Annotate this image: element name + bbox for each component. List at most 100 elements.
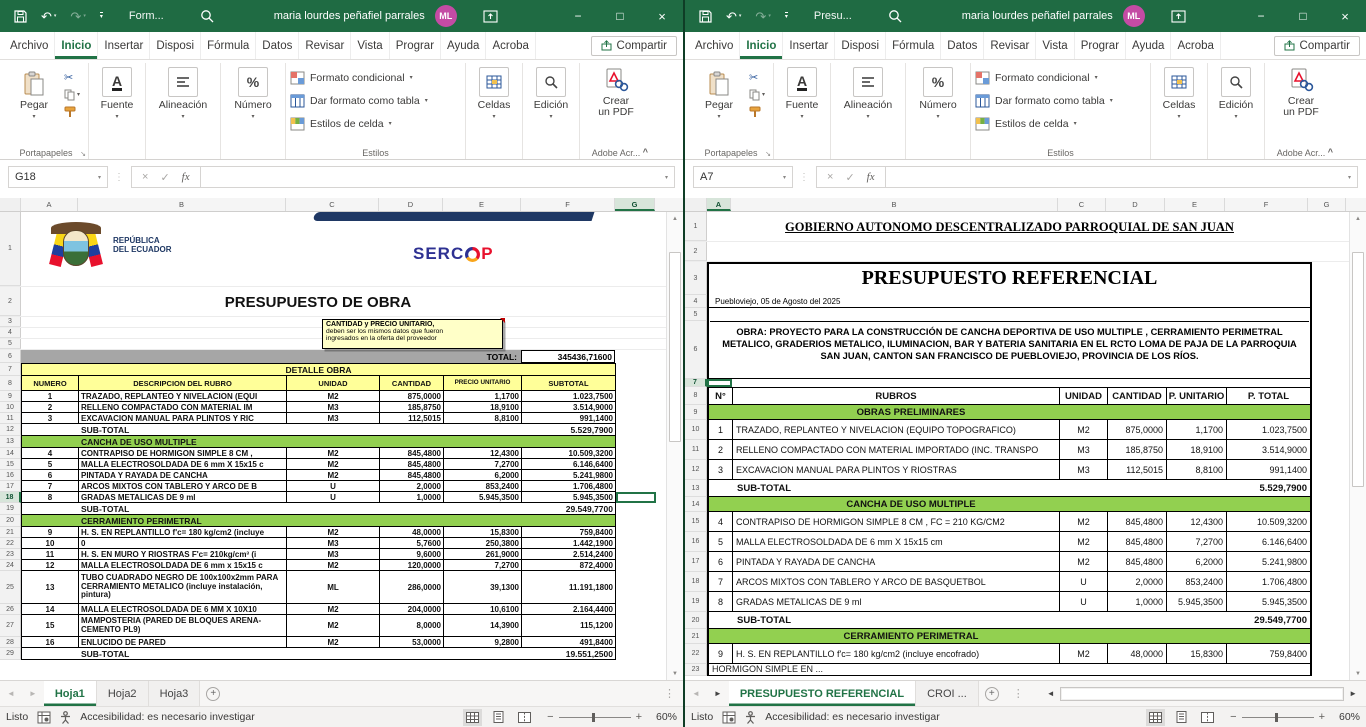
cell[interactable]: 14,3900 — [444, 615, 522, 636]
ribbon-tab-archivo[interactable]: Archivo — [689, 32, 740, 59]
user-name[interactable]: maria lourdes peñafiel parrales — [962, 10, 1113, 22]
cell[interactable]: 853,2400 — [444, 481, 522, 491]
scroll-up-icon[interactable]: ▲ — [667, 212, 683, 225]
cell[interactable] — [1060, 480, 1227, 496]
cell[interactable] — [1060, 612, 1227, 628]
cell[interactable]: 2 — [709, 440, 733, 459]
cell[interactable]: MALLA ELECTROSOLDADA DE 6 mm X 15x15 c — [79, 459, 287, 469]
cell[interactable]: 3 — [22, 413, 79, 423]
row-header[interactable]: 8 — [685, 387, 707, 405]
new-sheet-button[interactable]: + — [979, 681, 1005, 706]
cell[interactable]: MALLA ELECTROSOLDADA DE 6 mm X 15x15 cm — [733, 532, 1060, 551]
cell[interactable]: 12 — [22, 560, 79, 570]
zoom-in-button[interactable]: + — [636, 711, 642, 723]
cell[interactable]: M3 — [287, 549, 380, 559]
accessibility-status[interactable]: Accesibilidad: es necesario investigar — [765, 711, 940, 723]
cell[interactable]: 1 — [22, 391, 79, 401]
row-header[interactable]: 20 — [685, 612, 707, 629]
vertical-scrollbar[interactable]: ▲ ▼ — [1349, 212, 1366, 680]
cell[interactable]: 18,9100 — [444, 402, 522, 412]
ribbon-display-options-icon[interactable] — [483, 10, 498, 23]
cell[interactable]: 6,2000 — [444, 470, 522, 480]
cell[interactable]: 991,1400 — [522, 413, 616, 423]
search-icon[interactable] — [888, 9, 902, 23]
scroll-right-icon[interactable]: ► — [1344, 689, 1362, 698]
select-all-corner[interactable] — [0, 198, 21, 211]
customize-toolbar-icon[interactable]: ▾ — [785, 12, 788, 20]
cell[interactable]: 1.023,7500 — [1227, 420, 1310, 439]
column-header-E[interactable]: E — [443, 198, 521, 211]
cell[interactable]: 115,1200 — [522, 615, 616, 636]
cell[interactable]: DESCRIPCION DEL RUBRO — [79, 376, 287, 390]
cell[interactable]: CANTIDAD — [380, 376, 444, 390]
cell[interactable]: CANTIDAD — [1108, 388, 1167, 404]
cell[interactable] — [287, 424, 522, 435]
next-sheet-icon[interactable]: ► — [707, 681, 729, 706]
row-header[interactable]: 18 — [685, 572, 707, 592]
cell[interactable]: 8,8100 — [1167, 460, 1227, 479]
cell[interactable]: 29.549,7700 — [1227, 612, 1310, 628]
cell[interactable]: MALLA ELECTROSOLDADA DE 6 MM X 10X10 — [79, 604, 287, 614]
sheet-tab[interactable]: CROI ... — [916, 681, 979, 706]
cell[interactable]: 759,8400 — [1227, 644, 1310, 663]
alignment-button[interactable]: Alineación ▾ — [835, 65, 901, 143]
sheet-tab[interactable]: PRESUPUESTO REFERENCIAL — [729, 681, 916, 706]
editing-button[interactable]: Edición ▾ — [527, 65, 575, 143]
cell[interactable]: 1.023,7500 — [522, 391, 616, 401]
cell[interactable]: 250,3800 — [444, 538, 522, 548]
cell[interactable]: PRECIO UNITARIO — [444, 376, 522, 390]
paste-button[interactable]: Pegar ▾ — [695, 69, 743, 120]
tab-overflow-dots[interactable]: ⋮ — [656, 681, 683, 706]
ribbon-tab-acroba[interactable]: Acroba — [486, 32, 535, 59]
ribbon-tab-vista[interactable]: Vista — [1036, 32, 1074, 59]
column-header-A[interactable]: A — [21, 198, 78, 211]
row-header[interactable]: 13 — [0, 436, 21, 448]
cell[interactable]: 7,2700 — [1167, 532, 1227, 551]
next-sheet-icon[interactable]: ► — [22, 681, 44, 706]
cell[interactable]: 5 — [22, 459, 79, 469]
row-header[interactable]: 11 — [0, 413, 21, 424]
cell[interactable]: 53,0000 — [380, 637, 444, 647]
cell[interactable]: M3 — [1060, 460, 1108, 479]
user-name[interactable]: maria lourdes peñafiel parrales — [274, 10, 425, 22]
cell[interactable]: 261,9000 — [444, 549, 522, 559]
cell[interactable]: 5 — [709, 532, 733, 551]
cell[interactable]: 9 — [709, 644, 733, 663]
row-header[interactable]: 9 — [0, 391, 21, 402]
column-header-C[interactable]: C — [1058, 198, 1106, 211]
cell[interactable]: 6,2000 — [1167, 552, 1227, 571]
cell[interactable]: M3 — [1060, 440, 1108, 459]
cell[interactable]: ARCOS MIXTOS CON TABLERO Y ARCO DE BASQU… — [733, 572, 1060, 591]
editing-button[interactable]: Edición ▾ — [1212, 65, 1260, 143]
ribbon-tab-datos[interactable]: Datos — [256, 32, 299, 59]
minimize-button[interactable]: − — [1240, 0, 1282, 32]
row-header[interactable]: 11 — [685, 440, 707, 460]
cell[interactable]: 8,0000 — [380, 615, 444, 636]
cell[interactable]: 5.241,9800 — [522, 470, 616, 480]
cell[interactable]: N° — [709, 388, 733, 404]
cell[interactable]: 9 — [22, 527, 79, 537]
cell[interactable]: 29.549,7700 — [522, 503, 616, 514]
paste-button[interactable]: Pegar ▾ — [10, 69, 58, 120]
cell[interactable]: 6 — [22, 470, 79, 480]
row-header[interactable]: 19 — [685, 592, 707, 612]
ribbon-tab-insertar[interactable]: Insertar — [98, 32, 150, 59]
column-header-F[interactable]: F — [1225, 198, 1308, 211]
cell[interactable]: 759,8400 — [522, 527, 616, 537]
redo-icon[interactable]: ↷▾ — [755, 10, 770, 23]
conditional-formatting-button[interactable]: Formato condicional▾ — [290, 66, 461, 89]
cell[interactable]: 853,2400 — [1167, 572, 1227, 591]
cell[interactable]: M2 — [287, 448, 380, 458]
row-header[interactable]: 28 — [0, 637, 21, 648]
cell[interactable]: 48,0000 — [1108, 644, 1167, 663]
cell[interactable]: 845,4800 — [380, 448, 444, 458]
cell[interactable]: 5.529,7900 — [1227, 480, 1310, 496]
cell[interactable]: 1.442,1900 — [522, 538, 616, 548]
cell[interactable]: 0 — [79, 538, 287, 548]
row-header[interactable]: 27 — [0, 615, 21, 637]
cell[interactable]: 2.514,2400 — [522, 549, 616, 559]
ribbon-tab-archivo[interactable]: Archivo — [4, 32, 55, 59]
macro-record-icon[interactable] — [722, 711, 736, 724]
name-box[interactable]: G18▾ — [8, 166, 108, 188]
cell[interactable]: MALLA ELECTROSOLDADA DE 6 mm x 15x15 c — [79, 560, 287, 570]
